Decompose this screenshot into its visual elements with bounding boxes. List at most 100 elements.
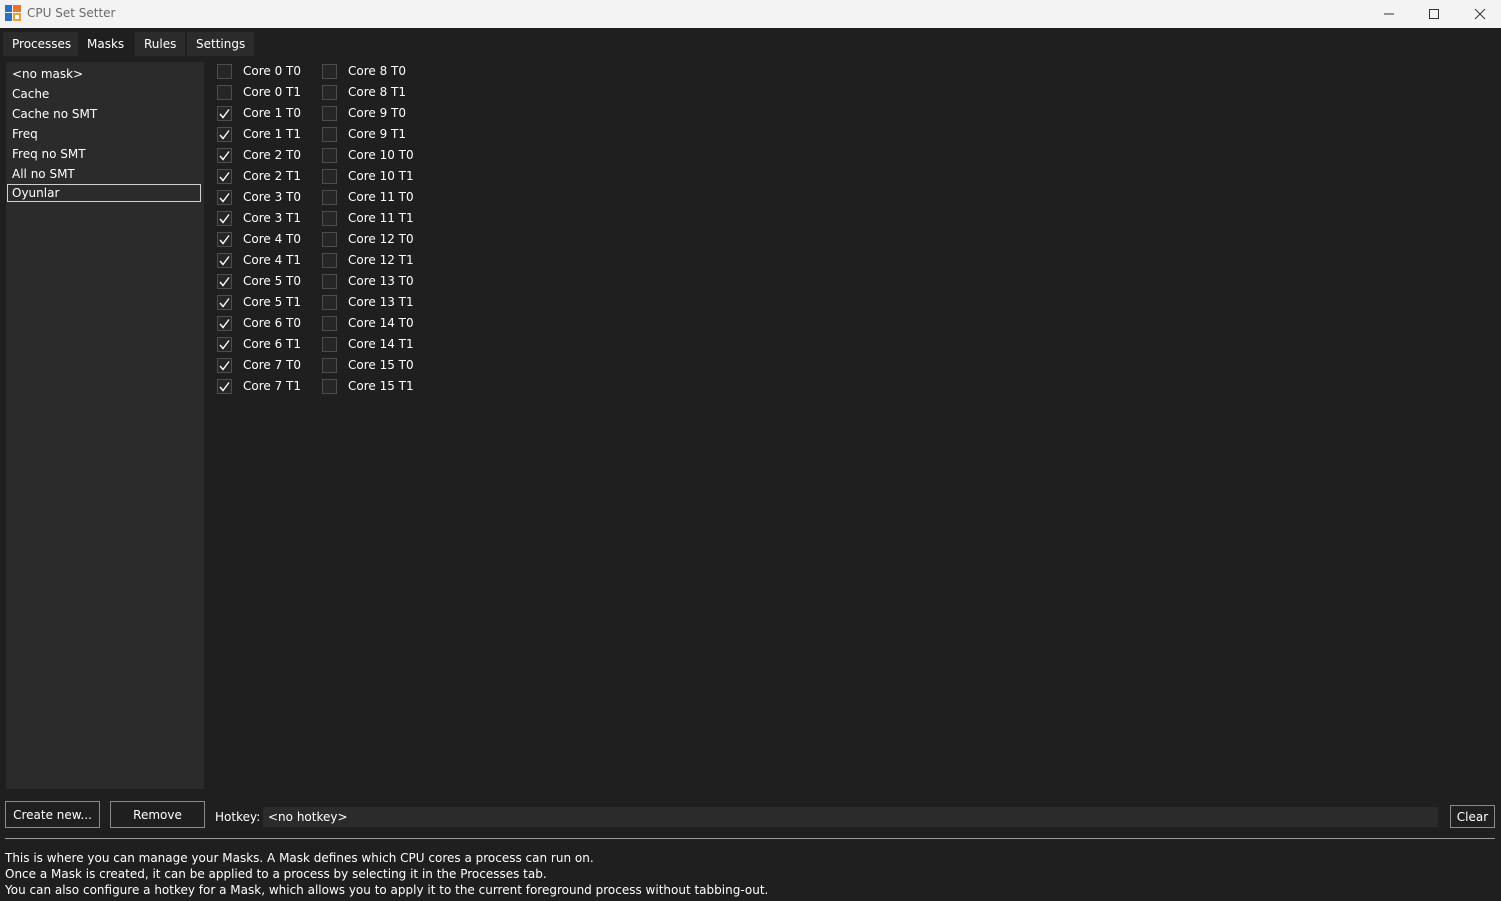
core-checkbox-label: Core 0 T1 <box>243 85 302 99</box>
core-checkbox[interactable] <box>322 315 337 331</box>
checkmark-icon <box>219 297 230 308</box>
core-checkbox[interactable] <box>322 294 337 310</box>
core-checkbox[interactable] <box>322 231 337 247</box>
core-checkbox[interactable] <box>217 189 232 205</box>
hotkey-label: Hotkey: <box>215 810 261 824</box>
create-new-button[interactable]: Create new... <box>5 801 100 828</box>
clear-hotkey-button[interactable]: Clear <box>1450 805 1495 828</box>
core-checkbox-label: Core 8 T1 <box>348 85 407 99</box>
core-checkbox[interactable] <box>217 378 232 394</box>
tab-masks[interactable]: Masks <box>78 32 134 56</box>
hotkey-input[interactable]: <no hotkey> <box>263 807 1438 827</box>
core-checkbox-row[interactable]: Core 1 T0 <box>217 104 301 122</box>
help-text: This is where you can manage your Masks.… <box>5 850 768 898</box>
tab-settings[interactable]: Settings <box>187 32 255 56</box>
core-checkbox-row[interactable]: Core 15 T0 <box>322 356 414 374</box>
core-checkbox-row[interactable]: Core 3 T0 <box>217 188 301 206</box>
core-checkbox-row[interactable]: Core 0 T0 <box>217 62 301 80</box>
core-checkbox[interactable] <box>322 336 337 352</box>
core-checkbox-row[interactable]: Core 10 T0 <box>322 146 414 164</box>
core-checkbox[interactable] <box>217 84 232 100</box>
core-checkbox[interactable] <box>322 126 337 142</box>
close-icon <box>1474 8 1486 20</box>
core-checkbox[interactable] <box>217 126 232 142</box>
core-checkbox[interactable] <box>322 273 337 289</box>
close-button[interactable] <box>1457 0 1501 28</box>
mask-item-no-mask[interactable]: <no mask> <box>7 65 201 83</box>
core-checkbox-row[interactable]: Core 13 T0 <box>322 272 414 290</box>
mask-item-cache[interactable]: Cache <box>7 85 201 103</box>
core-checkbox[interactable] <box>217 273 232 289</box>
core-checkbox-row[interactable]: Core 8 T0 <box>322 62 406 80</box>
core-checkbox-row[interactable]: Core 7 T1 <box>217 377 301 395</box>
core-checkbox-row[interactable]: Core 4 T1 <box>217 251 301 269</box>
core-checkbox-row[interactable]: Core 10 T1 <box>322 167 414 185</box>
core-checkbox[interactable] <box>217 105 232 121</box>
core-checkbox-row[interactable]: Core 9 T1 <box>322 125 406 143</box>
core-checkbox-row[interactable]: Core 8 T1 <box>322 83 406 101</box>
tab-processes[interactable]: Processes <box>3 32 81 56</box>
core-checkbox[interactable] <box>322 252 337 268</box>
checkmark-icon <box>219 360 230 371</box>
core-checkbox-row[interactable]: Core 9 T0 <box>322 104 406 122</box>
core-checkbox[interactable] <box>217 315 232 331</box>
core-checkbox[interactable] <box>217 252 232 268</box>
core-checkbox-row[interactable]: Core 2 T1 <box>217 167 301 185</box>
core-checkbox-row[interactable]: Core 5 T0 <box>217 272 301 290</box>
mask-item-cache-no-smt[interactable]: Cache no SMT <box>7 105 201 123</box>
core-checkbox-row[interactable]: Core 11 T1 <box>322 209 414 227</box>
core-checkbox[interactable] <box>322 63 337 79</box>
core-checkbox[interactable] <box>322 378 337 394</box>
core-checkbox-row[interactable]: Core 14 T1 <box>322 335 414 353</box>
core-checkbox-row[interactable]: Core 15 T1 <box>322 377 414 395</box>
core-checkbox-row[interactable]: Core 0 T1 <box>217 83 301 101</box>
app-icon <box>5 5 21 21</box>
core-checkbox-row[interactable]: Core 1 T1 <box>217 125 301 143</box>
core-checkbox[interactable] <box>322 105 337 121</box>
core-checkbox-row[interactable]: Core 7 T0 <box>217 356 301 374</box>
core-checkbox-row[interactable]: Core 14 T0 <box>322 314 414 332</box>
core-checkbox-label: Core 3 T1 <box>243 211 302 225</box>
core-checkbox[interactable] <box>322 168 337 184</box>
core-checkbox[interactable] <box>322 147 337 163</box>
core-checkbox[interactable] <box>217 294 232 310</box>
mask-item-all-no-smt[interactable]: All no SMT <box>7 165 201 183</box>
checkmark-icon <box>219 381 230 392</box>
remove-button[interactable]: Remove <box>110 801 205 828</box>
checkmark-icon <box>219 234 230 245</box>
core-checkbox-row[interactable]: Core 2 T0 <box>217 146 301 164</box>
core-checkbox-row[interactable]: Core 5 T1 <box>217 293 301 311</box>
core-checkbox[interactable] <box>217 357 232 373</box>
minimize-icon <box>1384 13 1394 15</box>
core-checkbox-row[interactable]: Core 12 T0 <box>322 230 414 248</box>
minimize-button[interactable] <box>1366 0 1412 28</box>
core-checkbox[interactable] <box>217 168 232 184</box>
core-checkbox[interactable] <box>322 210 337 226</box>
core-checkbox[interactable] <box>217 336 232 352</box>
checkmark-icon <box>219 129 230 140</box>
core-checkbox[interactable] <box>322 84 337 100</box>
maximize-icon <box>1429 9 1439 19</box>
mask-list[interactable]: <no mask> Cache Cache no SMT Freq Freq n… <box>6 62 204 789</box>
mask-item-oyunlar[interactable]: Oyunlar <box>7 184 201 202</box>
mask-item-freq-no-smt[interactable]: Freq no SMT <box>7 145 201 163</box>
core-checkbox[interactable] <box>322 189 337 205</box>
core-checkbox[interactable] <box>217 147 232 163</box>
core-checkbox[interactable] <box>217 210 232 226</box>
core-checkbox-label: Core 9 T0 <box>348 106 407 120</box>
core-checkbox-row[interactable]: Core 11 T0 <box>322 188 414 206</box>
core-checkbox-label: Core 7 T1 <box>243 379 302 393</box>
checkmark-icon <box>219 339 230 350</box>
core-checkbox[interactable] <box>217 231 232 247</box>
mask-item-freq[interactable]: Freq <box>7 125 201 143</box>
core-checkbox-row[interactable]: Core 4 T0 <box>217 230 301 248</box>
core-checkbox-row[interactable]: Core 6 T1 <box>217 335 301 353</box>
core-checkbox[interactable] <box>217 63 232 79</box>
core-checkbox-row[interactable]: Core 12 T1 <box>322 251 414 269</box>
core-checkbox-row[interactable]: Core 13 T1 <box>322 293 414 311</box>
core-checkbox-row[interactable]: Core 6 T0 <box>217 314 301 332</box>
maximize-button[interactable] <box>1411 0 1457 28</box>
tab-rules[interactable]: Rules <box>135 32 186 56</box>
core-checkbox-row[interactable]: Core 3 T1 <box>217 209 301 227</box>
core-checkbox[interactable] <box>322 357 337 373</box>
